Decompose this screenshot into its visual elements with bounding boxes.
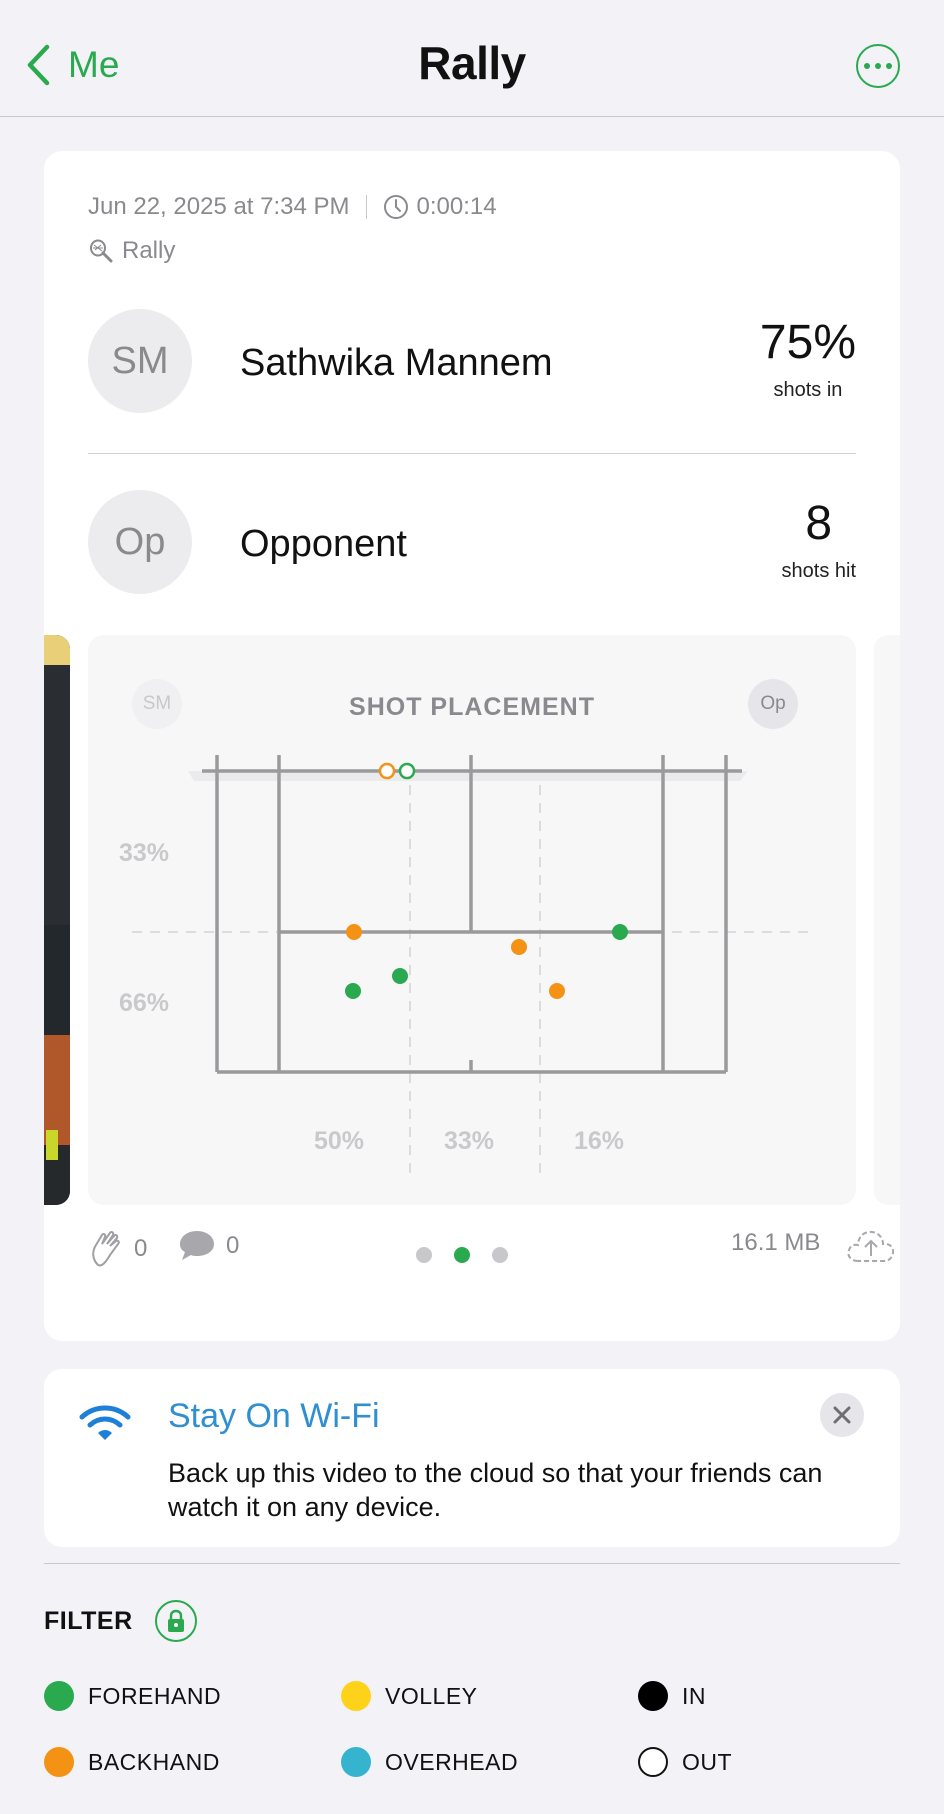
avatar: Op — [88, 490, 192, 594]
comment-count: 0 — [226, 1232, 240, 1259]
filter-volley[interactable]: VOLLEY — [341, 1681, 478, 1711]
player-row-opponent[interactable]: Op Opponent 8 shots hit — [88, 490, 856, 594]
court-lines — [202, 755, 742, 1074]
in-color-dot — [638, 1681, 668, 1711]
volley-color-dot — [341, 1681, 371, 1711]
cloud-upload-icon — [847, 1230, 895, 1262]
comment-bubble-icon — [180, 1231, 214, 1260]
lock-icon — [167, 1609, 184, 1632]
divider — [88, 453, 856, 454]
filter-label: IN — [682, 1682, 706, 1709]
out-color-dot — [638, 1747, 668, 1777]
racket-icon — [90, 239, 113, 263]
col-percent-center: 33% — [444, 1127, 495, 1155]
player-name: Sathwika Mannem — [240, 342, 553, 384]
session-type-label: Rally — [122, 237, 176, 264]
file-size: 16.1 MB — [731, 1229, 820, 1257]
file-size-label: 16.1 MB — [731, 1229, 821, 1256]
row-percent-baseline: 66% — [119, 989, 170, 1017]
col-percent-left: 50% — [314, 1127, 365, 1155]
shot-mark-forehand-in — [392, 968, 408, 984]
filter-label: BACKHAND — [88, 1748, 220, 1775]
meta-divider — [365, 195, 367, 219]
session-type: Rally — [88, 237, 175, 265]
court-diagram — [132, 755, 812, 1178]
filter-header: FILTER — [44, 1600, 197, 1642]
shots-in-value: 75% — [759, 316, 856, 369]
video-thumbnail-image — [44, 635, 70, 1205]
comment-button[interactable]: 0 — [178, 1229, 239, 1263]
shot-mark-backhand-out — [378, 762, 396, 780]
wifi-icon — [79, 1405, 131, 1440]
player-stat: 8 shots hit — [782, 498, 856, 583]
shot-mark-backhand-in — [511, 939, 527, 955]
player-row-self[interactable]: SM Sathwika Mannem 75% shots in — [88, 309, 856, 413]
cloud-upload-button[interactable] — [844, 1225, 898, 1265]
page-indicator[interactable] — [416, 1247, 508, 1263]
filter-overhead[interactable]: OVERHEAD — [341, 1747, 518, 1777]
overhead-color-dot — [341, 1747, 371, 1777]
player-name: Opponent — [240, 523, 407, 565]
video-thumbnail-peek[interactable] — [44, 635, 70, 1205]
forehand-color-dot — [44, 1681, 74, 1711]
clock-icon — [383, 195, 408, 219]
shot-mark-forehand-in — [345, 983, 361, 999]
col-percent-right: 16% — [574, 1127, 625, 1155]
filter-backhand[interactable]: BACKHAND — [44, 1747, 220, 1777]
close-icon — [833, 1406, 851, 1424]
navigation-bar: Me Rally — [0, 0, 944, 117]
row-percent-near-net: 33% — [119, 839, 170, 867]
filter-lock-button[interactable] — [154, 1600, 197, 1642]
filter-label: FILTER — [44, 1606, 133, 1635]
shot-placement-panel: SM SHOT PLACEMENT Op 33% 66% 50% 33% 16% — [88, 635, 856, 1205]
page-dot-active[interactable] — [454, 1247, 470, 1263]
section-divider — [44, 1563, 900, 1564]
wifi-tip-card: Stay On Wi-Fi Back up this video to the … — [44, 1369, 900, 1547]
ellipsis-icon — [864, 63, 870, 69]
shot-mark-forehand-out — [398, 762, 416, 780]
backhand-color-dot — [44, 1747, 74, 1777]
filter-label: VOLLEY — [385, 1682, 478, 1709]
card-footer: 0 0 16.1 MB — [88, 1229, 900, 1279]
page-dot[interactable] — [492, 1247, 508, 1263]
filter-forehand[interactable]: FOREHAND — [44, 1681, 221, 1711]
session-meta: Jun 22, 2025 at 7:34 PM 0:00:14 — [88, 193, 497, 221]
player-stat: 75% shots in — [760, 317, 856, 402]
shot-mark-backhand-in — [549, 983, 565, 999]
filter-in[interactable]: IN — [638, 1681, 706, 1711]
next-slide-peek[interactable] — [874, 635, 900, 1205]
shot-mark-forehand-in — [612, 924, 628, 940]
filter-out[interactable]: OUT — [638, 1747, 732, 1777]
more-options-button[interactable] — [856, 44, 900, 88]
shots-in-label: shots in — [773, 379, 843, 401]
filter-label: OVERHEAD — [385, 1748, 519, 1775]
shot-mark-backhand-in — [346, 924, 362, 940]
avatar: SM — [88, 309, 192, 413]
close-button[interactable] — [820, 1393, 864, 1437]
session-duration: 0:00:14 — [416, 193, 497, 220]
shot-marks — [345, 762, 628, 999]
shots-hit-label: shots hit — [781, 560, 856, 582]
wifi-tip-title: Stay On Wi-Fi — [168, 1397, 380, 1435]
page-title: Rally — [418, 37, 526, 89]
like-count: 0 — [134, 1235, 148, 1262]
session-datetime: Jun 22, 2025 at 7:34 PM — [88, 193, 350, 220]
page-dot[interactable] — [416, 1247, 432, 1263]
filter-label: FOREHAND — [88, 1682, 222, 1709]
clap-icon — [92, 1230, 120, 1267]
session-card: Jun 22, 2025 at 7:34 PM 0:00:14 Rally SM… — [44, 151, 900, 1341]
shots-hit-value: 8 — [805, 497, 833, 550]
filter-label: OUT — [682, 1748, 733, 1775]
wifi-tip-body: Back up this video to the cloud so that … — [168, 1458, 823, 1522]
like-button[interactable]: 0 — [88, 1229, 147, 1269]
